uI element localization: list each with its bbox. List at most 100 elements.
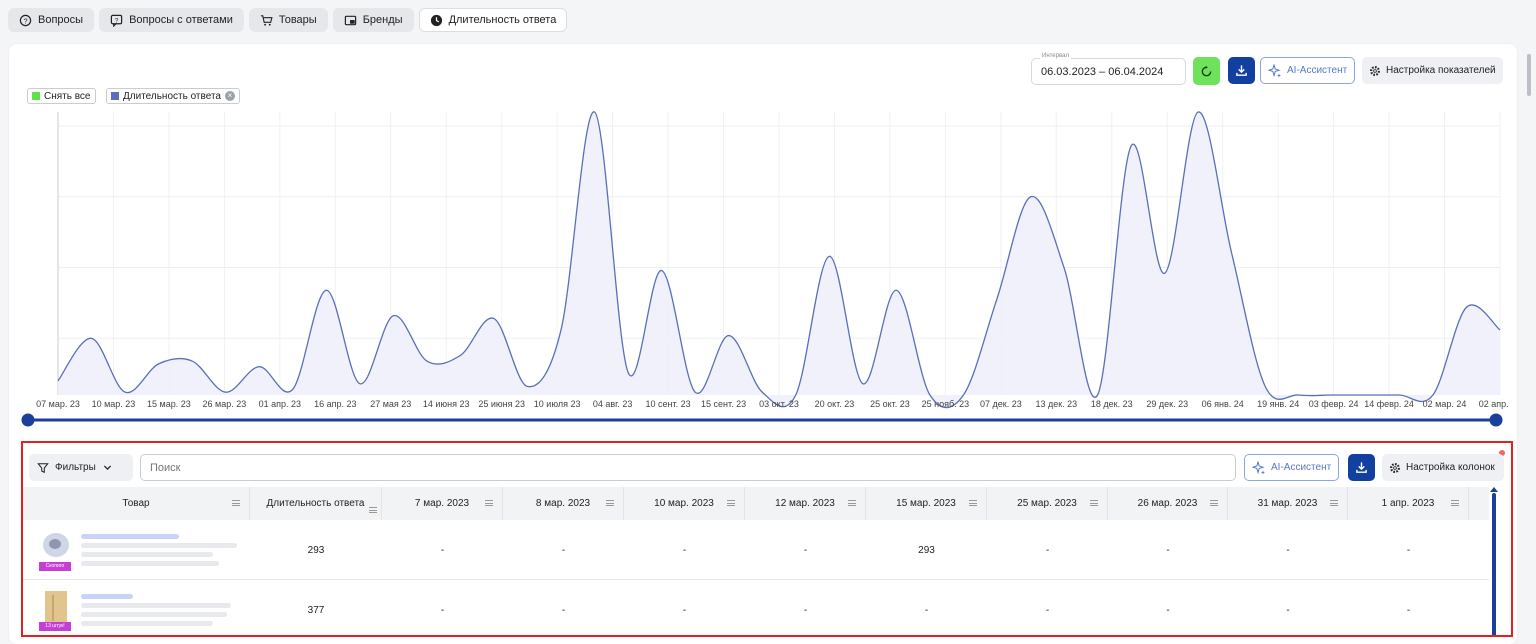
page-scrollbar[interactable] (1527, 54, 1531, 96)
indicators-settings-button[interactable]: Настройка показателей (1362, 57, 1503, 84)
table-row[interactable]: Скопиго 293 - - - - 293 - - - - (23, 520, 1489, 580)
column-menu-icon[interactable] (369, 507, 377, 513)
tab-questions[interactable]: ? Вопросы (8, 8, 95, 32)
column-header-date[interactable]: 15 мар. 2023 (866, 487, 987, 520)
column-header-duration[interactable]: Длительность ответа (250, 487, 382, 520)
date-cell: - (682, 544, 687, 556)
data-table-panel: Фильтры AI-Ассистент Настройка колонок Т… (21, 441, 1513, 637)
interval-value: 06.03.2023 – 06.04.2024 (1041, 66, 1164, 78)
columns-settings-button[interactable]: Настройка колонок (1382, 454, 1504, 481)
x-tick-label: 15 сент. 23 (701, 399, 746, 409)
date-cell: - (440, 604, 445, 616)
legend-series-chip[interactable]: Длительность ответа × (106, 88, 240, 104)
ai-assistant-label: AI-Ассистент (1271, 462, 1332, 473)
gear-icon (1390, 462, 1400, 473)
date-cell: 293 (918, 544, 935, 556)
tab-label: Длительность ответа (448, 14, 557, 26)
product-info-blurred (81, 594, 231, 626)
column-menu-icon[interactable] (848, 500, 856, 506)
column-header-date[interactable]: 31 мар. 2023 (1228, 487, 1348, 520)
x-tick-label: 15 мар. 23 (147, 399, 191, 409)
legend-deselect-label: Снять все (44, 90, 91, 102)
scroll-up-arrow-icon[interactable] (1490, 487, 1498, 492)
search-input[interactable] (140, 454, 1236, 481)
gear-icon (1370, 65, 1380, 76)
filters-label: Фильтры (55, 462, 96, 473)
x-tick-label: 07 мар. 23 (36, 399, 80, 409)
ai-assistant-button[interactable]: AI-Ассистент (1260, 57, 1356, 84)
legend-deselect-all[interactable]: Снять все (27, 88, 96, 104)
column-menu-icon[interactable] (606, 500, 614, 506)
x-tick-label: 10 июля 23 (534, 399, 581, 409)
column-menu-icon[interactable] (485, 500, 493, 506)
remove-series-icon[interactable]: × (224, 91, 235, 101)
range-slider-start-handle[interactable] (21, 413, 35, 427)
tab-questions-with-answers[interactable]: ? Вопросы с ответами (99, 8, 244, 32)
table-download-button[interactable] (1348, 454, 1375, 481)
top-tabs: ? Вопросы ? Вопросы с ответами Товары Бр… (8, 8, 568, 32)
legend-color-swatch (111, 92, 119, 100)
interval-picker[interactable]: Интервал 06.03.2023 – 06.04.2024 (1031, 53, 1186, 85)
columns-settings-label: Настройка колонок (1406, 462, 1495, 473)
x-tick-label: 04 авг. 23 (593, 399, 633, 409)
x-tick-label: 03 февр. 24 (1309, 399, 1359, 409)
column-header-date[interactable]: 10 мар. 2023 (624, 487, 745, 520)
table-header: Товар Длительность ответа 7 мар. 2023 8 … (23, 487, 1489, 520)
x-tick-label: 14 февр. 24 (1364, 399, 1414, 409)
tab-products[interactable]: Товары (248, 8, 328, 32)
svg-text:?: ? (23, 16, 27, 25)
column-header-date[interactable]: 8 мар. 2023 (503, 487, 624, 520)
table-row[interactable]: 13 штук! 377 - - - - - - - - - (23, 580, 1489, 635)
date-cell: - (682, 604, 687, 616)
tab-response-duration[interactable]: Длительность ответа (418, 8, 568, 32)
column-header-date[interactable]: 25 мар. 2023 (987, 487, 1108, 520)
legend-series-label: Длительность ответа (123, 90, 221, 102)
column-header-date[interactable]: 12 мар. 2023 (745, 487, 866, 520)
table-ai-assistant-button[interactable]: AI-Ассистент (1244, 454, 1340, 481)
column-menu-icon[interactable] (232, 500, 240, 506)
range-slider-end-handle[interactable] (1489, 413, 1503, 427)
product-thumbnail: Скопиго (39, 527, 73, 573)
column-header-date[interactable]: 7 мар. 2023 (382, 487, 503, 520)
legend-color-swatch (32, 92, 40, 100)
sparkle-icon (1252, 460, 1265, 474)
x-tick-label: 16 апр. 23 (314, 399, 356, 409)
date-cell: - (1286, 604, 1290, 616)
cart-icon (260, 14, 273, 26)
column-menu-icon[interactable] (1451, 500, 1459, 506)
ai-assistant-label: AI-Ассистент (1287, 65, 1348, 76)
filters-button[interactable]: Фильтры (29, 454, 133, 481)
refresh-button[interactable] (1193, 57, 1220, 85)
column-header-product[interactable]: Товар (23, 487, 250, 520)
filter-icon (37, 462, 49, 473)
download-icon (1356, 462, 1367, 473)
date-cell: - (1045, 604, 1050, 616)
download-button[interactable] (1228, 57, 1255, 84)
x-tick-label: 07 дек. 23 (980, 399, 1022, 409)
tab-label: Товары (278, 14, 317, 26)
product-info-blurred (81, 534, 237, 566)
date-cell: - (1406, 604, 1411, 616)
column-menu-icon[interactable] (1210, 500, 1218, 506)
x-tick-label: 02 апр. 24 (1479, 399, 1510, 409)
x-tick-label: 27 мая 23 (370, 399, 411, 409)
tab-brands[interactable]: Бренды (332, 8, 414, 32)
date-cell: - (1286, 544, 1290, 556)
brand-card-icon (344, 15, 356, 25)
download-icon (1236, 65, 1247, 76)
column-header-date[interactable]: 26 мар. 2023 (1108, 487, 1228, 520)
indicators-settings-label: Настройка показателей (1386, 65, 1496, 76)
x-tick-label: 25 окт. 23 (870, 399, 910, 409)
date-cell: - (440, 544, 445, 556)
x-tick-label: 01 апр. 23 (259, 399, 301, 409)
column-menu-icon[interactable] (1090, 500, 1098, 506)
x-tick-label: 10 мар. 23 (92, 399, 136, 409)
duration-cell: 293 (307, 544, 325, 556)
column-header-date[interactable]: 1 апр. 2023 (1348, 487, 1469, 520)
table-vertical-scrollbar[interactable] (1492, 493, 1496, 635)
date-cell: - (924, 604, 929, 616)
column-menu-icon[interactable] (1330, 500, 1338, 506)
date-cell: - (561, 544, 566, 556)
column-menu-icon[interactable] (969, 500, 977, 506)
column-menu-icon[interactable] (727, 500, 735, 506)
